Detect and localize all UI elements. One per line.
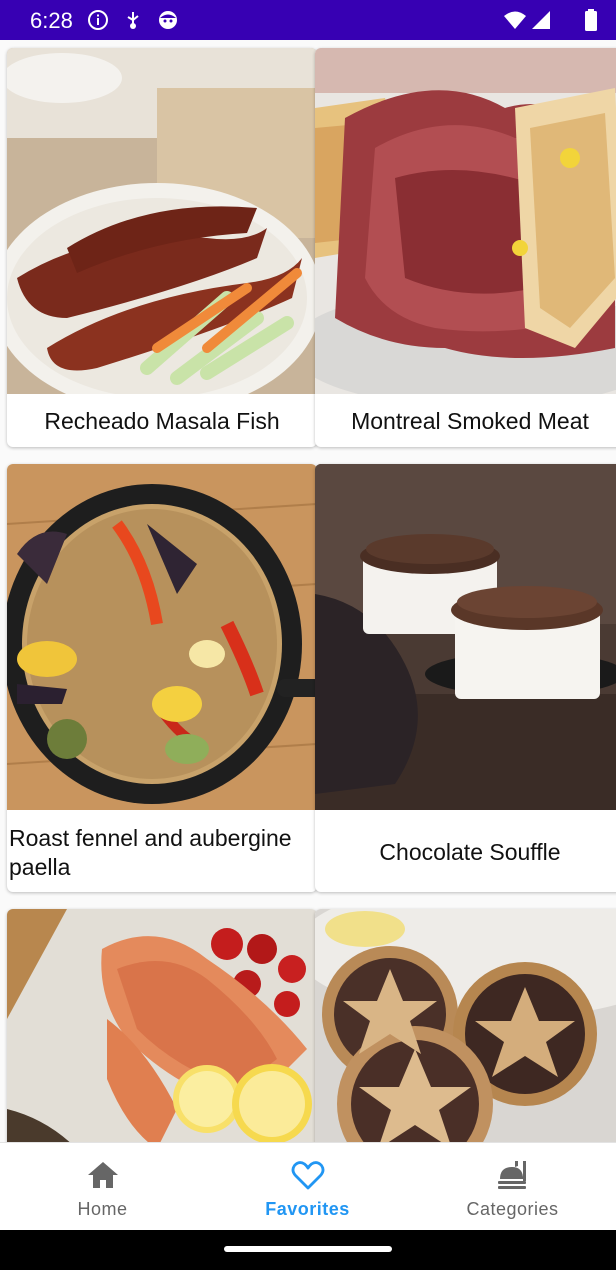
- meal-title: Montreal Smoked Meat: [351, 408, 589, 434]
- status-time: 6:28: [30, 8, 73, 33]
- home-icon: [85, 1157, 121, 1193]
- favorites-meal-grid[interactable]: Recheado Masala Fish Montreal Smoked Mea…: [0, 40, 616, 1142]
- nav-item-home[interactable]: Home: [0, 1143, 205, 1231]
- nav-label-home: Home: [77, 1199, 128, 1219]
- meal-image: [315, 464, 616, 810]
- meal-image: [315, 48, 616, 394]
- info-icon: [87, 9, 109, 31]
- face-icon: [157, 9, 179, 31]
- meal-image: [315, 909, 616, 1142]
- usb-icon: [122, 9, 144, 31]
- nav-item-categories[interactable]: Categories: [410, 1143, 615, 1231]
- system-navigation-bar: [0, 1230, 616, 1270]
- meal-image: [7, 48, 317, 394]
- food-tray-icon: [495, 1157, 531, 1193]
- meal-card[interactable]: Chocolate Souffle: [315, 464, 616, 892]
- bottom-navigation: Home Favorites Categories: [0, 1142, 616, 1231]
- meal-title: Chocolate Souffle: [379, 839, 561, 865]
- meal-card[interactable]: Roast fennel and aubergine paella: [7, 464, 317, 892]
- meal-title: Recheado Masala Fish: [44, 408, 280, 434]
- meal-title: Roast fennel and aubergine paella: [9, 825, 292, 880]
- meal-card[interactable]: Montreal Smoked Meat: [315, 48, 616, 447]
- nav-label-categories: Categories: [466, 1199, 559, 1219]
- signal-icon: [530, 9, 552, 31]
- status-bar: 6:28: [0, 0, 616, 40]
- meal-card[interactable]: [7, 909, 317, 1142]
- home-gesture-handle[interactable]: [224, 1246, 392, 1252]
- wifi-icon: [503, 9, 527, 31]
- meal-card[interactable]: Recheado Masala Fish: [7, 48, 317, 447]
- battery-icon: [584, 9, 598, 31]
- nav-item-favorites[interactable]: Favorites: [205, 1143, 410, 1231]
- meal-image: [7, 464, 317, 810]
- nav-label-favorites: Favorites: [265, 1199, 350, 1219]
- meal-image: [7, 909, 317, 1142]
- heart-icon: [290, 1157, 326, 1193]
- meal-card[interactable]: [315, 909, 616, 1142]
